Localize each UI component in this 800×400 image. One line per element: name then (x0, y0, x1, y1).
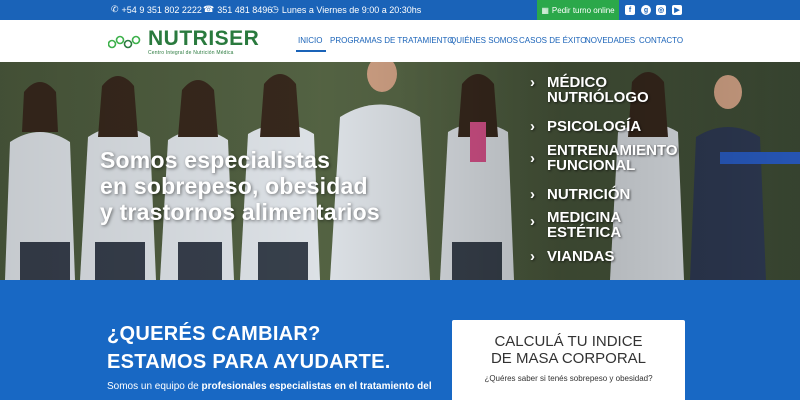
nav-item-novedades[interactable]: NOVEDADES (585, 36, 635, 45)
hero-title-line-2: en sobrepeso, obesidad (100, 173, 368, 199)
intro-bold: profesionales especialistas en el tratam… (201, 381, 432, 392)
active-nav-indicator (296, 50, 326, 52)
logo-name: NUTRISER (148, 27, 260, 50)
nav-item-programas[interactable]: PROGRAMAS DE TRATAMIENTO (330, 36, 453, 45)
clock-icon: ◷ (271, 4, 279, 14)
nav-item-quienes-somos[interactable]: QUIÉNES SOMOS (450, 36, 518, 45)
whatsapp-icon: ✆ (111, 4, 119, 14)
logo-tagline: Centro Integral de Nutrición Médica (148, 50, 234, 56)
nav-item-inicio[interactable]: INICIO (298, 36, 322, 45)
bmi-calculator-card: CALCULÁ TU INDICE DE MASA CORPORAL ¿Quér… (452, 320, 685, 400)
chevron-right-icon: › (530, 118, 535, 135)
chevron-right-icon: › (530, 248, 535, 265)
hero-title: Somos especialistas en sobrepeso, obesid… (100, 147, 380, 225)
chevron-right-icon: › (530, 74, 535, 91)
service-label-line: NUTRICIÓN (547, 186, 631, 203)
service-label-line: NUTRIÓLOGO (547, 89, 649, 106)
chevron-right-icon: › (530, 186, 535, 203)
facebook-icon[interactable]: f (625, 5, 635, 15)
nav-item-contacto[interactable]: CONTACTO (639, 36, 683, 45)
phone-link[interactable]: ☎ 351 481 8496 (203, 4, 272, 15)
top-bar: ✆ +54 9 351 802 2222 ☎ 351 481 8496 ◷ Lu… (0, 0, 800, 20)
hero-title-line-3: y trastornos alimentarios (100, 199, 380, 225)
service-label-line: ESTÉTICA (547, 224, 622, 241)
calendar-icon: ▦ (541, 5, 549, 15)
hero-banner: Somos especialistas en sobrepeso, obesid… (0, 62, 800, 280)
main-navigation: NUTRISER Centro Integral de Nutrición Mé… (0, 20, 800, 62)
phone-2-text: 351 481 8496 (217, 4, 273, 15)
intro-plain: Somos un equipo de (107, 381, 202, 392)
bmi-question: ¿Quéres saber si tenés sobrepeso y obesi… (484, 374, 653, 383)
chevron-right-icon: › (530, 150, 535, 167)
nav-item-casos-de-exito[interactable]: CASOS DE ÉXITO (519, 36, 586, 45)
book-appointment-label: Pedir turno online (551, 5, 615, 15)
cta-heading-line-2: ESTAMOS PARA AYUDARTE. (107, 351, 391, 373)
instagram-icon[interactable]: ◎ (656, 5, 666, 15)
whatsapp-phone-link[interactable]: ✆ +54 9 351 802 2222 (111, 4, 202, 15)
phone-1-text: +54 9 351 802 2222 (121, 4, 202, 15)
chevron-right-icon: › (530, 213, 535, 230)
hours-info: ◷ Lunes a Viernes de 9:00 a 20:30hs (271, 4, 421, 15)
cta-section: ¿QUERÉS CAMBIAR? ESTAMOS PARA AYUDARTE. … (0, 280, 800, 400)
youtube-icon[interactable]: ▶ (672, 5, 682, 15)
book-appointment-button[interactable]: ▦ Pedir turno online (537, 0, 619, 20)
service-label-line: PSICOLOGÍA (547, 118, 642, 135)
phone-icon: ☎ (203, 4, 215, 14)
cta-heading-line-1: ¿QUERÉS CAMBIAR? (107, 323, 321, 345)
bmi-title-line-1: CALCULÁ TU INDICE (494, 333, 643, 350)
service-label-line: VIANDAS (547, 248, 615, 265)
hours-text: Lunes a Viernes de 9:00 a 20:30hs (281, 4, 422, 15)
nutriser-logo[interactable]: NUTRISER Centro Integral de Nutrición Mé… (108, 26, 260, 58)
service-label-line: FUNCIONAL (547, 157, 636, 174)
logo-mark-icon (108, 35, 141, 49)
intro-text: Somos un equipo de profesionales especia… (107, 381, 432, 392)
bmi-title-line-2: DE MASA CORPORAL (490, 350, 647, 367)
hero-title-line-1: Somos especialistas (100, 147, 331, 173)
google-plus-icon[interactable]: g (641, 5, 651, 15)
